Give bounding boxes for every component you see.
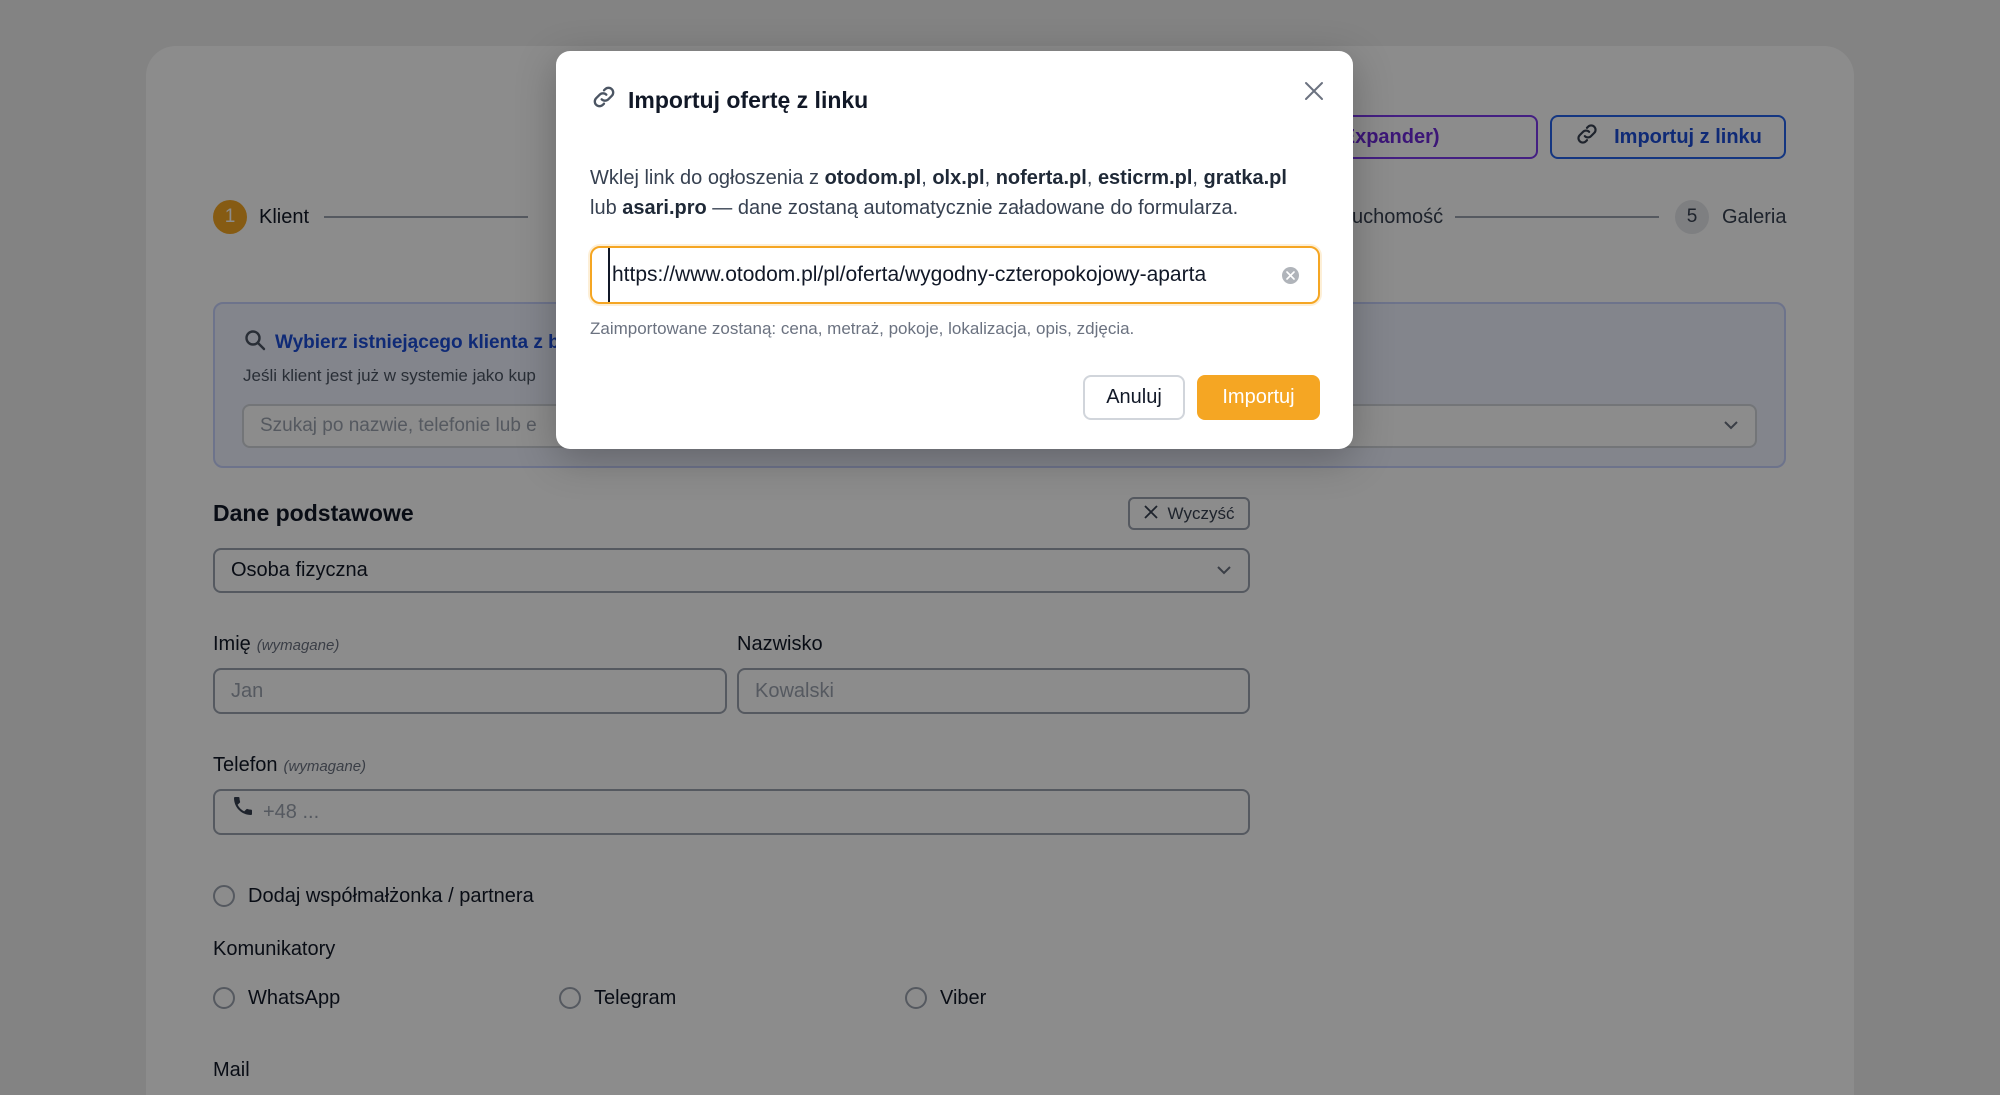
- cancel-button-label: Anuluj: [1106, 386, 1162, 408]
- desc-prefix: Wklej link do ogłoszenia z: [590, 167, 825, 189]
- import-link-modal: Importuj ofertę z linku Wklej link do og…: [556, 51, 1353, 449]
- site-noferta: noferta.pl: [995, 167, 1087, 189]
- modal-title-text: Importuj ofertę z linku: [628, 86, 869, 113]
- desc-or: lub: [590, 197, 617, 219]
- cancel-button[interactable]: Anuluj: [1083, 375, 1185, 420]
- import-hint: Zaimportowane zostaną: cena, metraż, pok…: [590, 319, 1135, 338]
- desc-suffix: — dane zostaną automatycznie załadowane …: [706, 197, 1239, 219]
- offer-url-value: https://www.otodom.pl/pl/oferta/wygodny-…: [608, 248, 1268, 302]
- site-gratka: gratka.pl: [1203, 167, 1287, 189]
- import-button[interactable]: Importuj: [1197, 375, 1320, 420]
- modal-description: Wklej link do ogłoszenia z otodom.pl, ol…: [590, 167, 1287, 219]
- site-olx: olx.pl: [932, 167, 985, 189]
- close-icon: [1304, 81, 1324, 106]
- modal-title: Importuj ofertę z linku: [590, 83, 868, 117]
- site-esticrm: esticrm.pl: [1097, 167, 1193, 189]
- link-icon: [590, 83, 618, 117]
- clear-input-icon[interactable]: [1282, 267, 1299, 284]
- page: j PDF (Expander) Importuj z linku 1 Klie…: [0, 0, 2000, 1095]
- modal-close-button[interactable]: [1300, 79, 1328, 107]
- offer-url-input[interactable]: https://www.otodom.pl/pl/oferta/wygodny-…: [590, 246, 1320, 304]
- site-otodom: otodom.pl: [824, 167, 922, 189]
- site-asari: asari.pro: [622, 197, 707, 219]
- import-button-label: Importuj: [1222, 386, 1295, 408]
